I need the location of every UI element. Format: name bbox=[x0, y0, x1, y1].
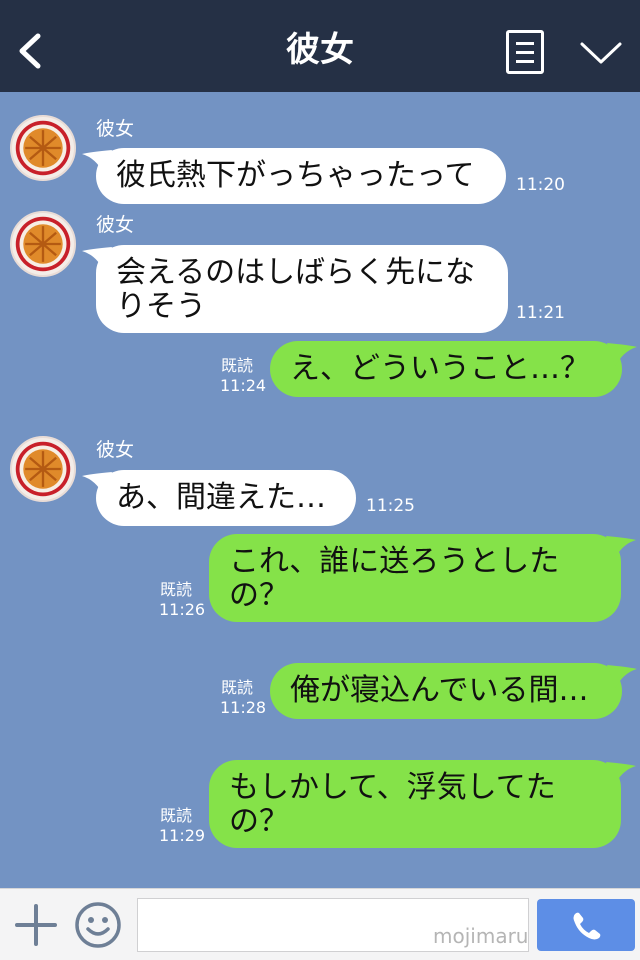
message-text: もしかして、浮気してたの？ bbox=[229, 770, 556, 839]
message-list[interactable]: 彼女 彼氏熱下がっちゃったって 11:20 彼女 会えるのはしばらく先になりそう… bbox=[0, 92, 640, 888]
message-text: あ、間違えた… bbox=[116, 480, 326, 515]
message-text: 会えるのはしばらく先になりそう bbox=[116, 255, 476, 324]
message-time: 11:26 bbox=[159, 600, 206, 619]
chat-title: 彼女 bbox=[286, 30, 354, 70]
message-bubble-incoming[interactable]: あ、間違えた… bbox=[82, 470, 356, 526]
read-receipt: 既読 bbox=[221, 678, 254, 697]
message-time: 11:29 bbox=[159, 826, 206, 845]
read-receipt: 既読 bbox=[221, 356, 254, 375]
plus-icon[interactable] bbox=[14, 903, 58, 947]
pie-avatar-icon[interactable] bbox=[10, 211, 76, 277]
message-text: 彼氏熱下がっちゃったって bbox=[116, 158, 475, 193]
message-bubble-outgoing[interactable]: もしかして、浮気してたの？ bbox=[209, 760, 636, 848]
pie-avatar-icon[interactable] bbox=[10, 115, 76, 181]
menu-list-icon[interactable] bbox=[506, 30, 544, 74]
message-time: 11:28 bbox=[220, 698, 267, 717]
message-bubble-outgoing[interactable]: これ、誰に送ろうとしたの？ bbox=[209, 534, 636, 622]
message-time: 11:21 bbox=[516, 303, 565, 323]
read-receipt: 既読 bbox=[160, 580, 193, 599]
message-bubble-incoming[interactable]: 会えるのはしばらく先になりそう bbox=[82, 245, 508, 333]
message-text: これ、誰に送ろうとしたの？ bbox=[229, 544, 560, 613]
message-text: え、どういうこと…？ bbox=[290, 351, 590, 386]
message-bubble-outgoing[interactable]: 俺が寝込んでいる間… bbox=[270, 663, 637, 719]
message-time: 11:25 bbox=[366, 496, 415, 516]
sender-name: 彼女 bbox=[96, 214, 135, 236]
composer-bar bbox=[0, 888, 640, 960]
sender-name: 彼女 bbox=[96, 118, 135, 140]
message-text: 俺が寝込んでいる間… bbox=[290, 673, 589, 708]
watermark-text: mojimaru bbox=[433, 924, 529, 948]
smiley-icon[interactable] bbox=[74, 901, 122, 949]
message-bubble-incoming[interactable]: 彼氏熱下がっちゃったって bbox=[82, 148, 506, 204]
read-receipt: 既読 bbox=[160, 806, 193, 825]
message-bubble-outgoing[interactable]: え、どういうこと…？ bbox=[270, 341, 637, 397]
message-time: 11:20 bbox=[516, 175, 565, 195]
message-time: 11:24 bbox=[220, 376, 267, 395]
pie-avatar-icon[interactable] bbox=[10, 436, 76, 502]
chat-header: 彼女 bbox=[0, 0, 640, 92]
sender-name: 彼女 bbox=[96, 439, 135, 461]
chevron-down-icon[interactable] bbox=[578, 32, 624, 72]
call-button[interactable] bbox=[537, 899, 635, 951]
phone-icon bbox=[573, 912, 601, 940]
